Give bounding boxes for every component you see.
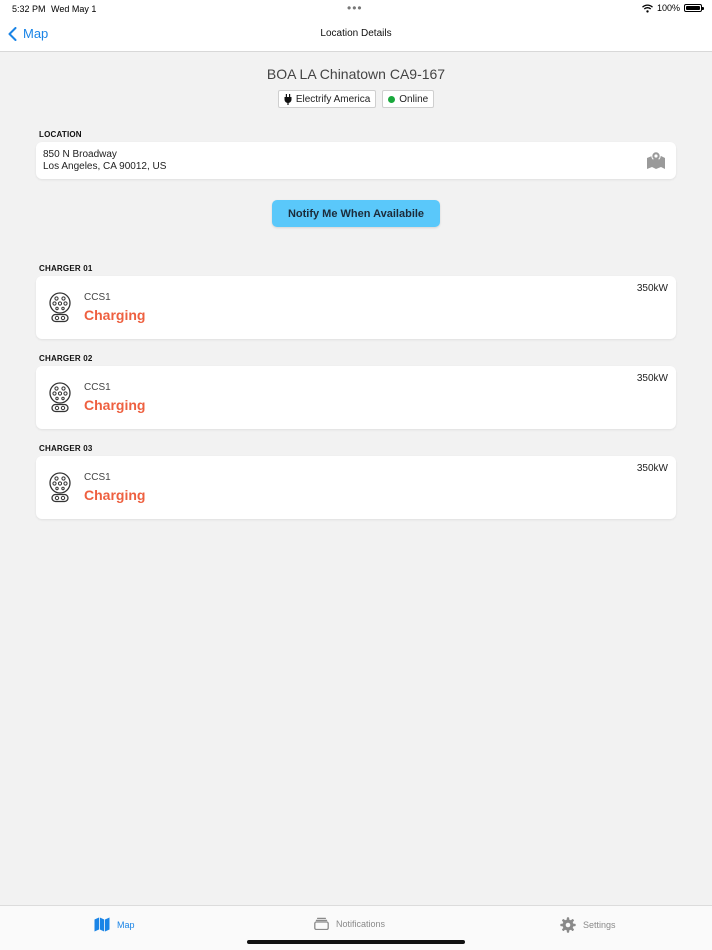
ccs1-connector-icon <box>49 382 71 413</box>
wifi-icon <box>642 3 653 13</box>
charger-card[interactable]: CCS1 Charging 350kW <box>36 276 676 339</box>
tab-map[interactable]: Map <box>94 917 135 932</box>
tab-notifications-label: Notifications <box>336 918 386 929</box>
address-line-1: 850 N Broadway <box>43 149 117 160</box>
battery-icon <box>684 4 704 12</box>
station-chips: Electrify America Online <box>0 90 712 108</box>
charger-section-label: CHARGER 03 <box>39 444 93 453</box>
address-line-2: Los Angeles, CA 90012, US <box>43 161 167 172</box>
network-badge: Electrify America <box>277 90 377 108</box>
ccs1-connector-icon <box>49 292 71 323</box>
status-text: Online <box>399 93 429 105</box>
connector-type: CCS1 <box>84 472 111 483</box>
location-section-label: LOCATION <box>39 130 82 139</box>
plug-icon <box>284 93 292 105</box>
charger-status: Charging <box>84 307 146 323</box>
network-name: Electrify America <box>295 93 371 105</box>
tab-notifications[interactable]: Notifications <box>314 917 385 930</box>
status-right: 100% <box>642 3 704 13</box>
multitasking-dots-icon[interactable]: ••• <box>347 1 363 15</box>
navigation-bar: Map Location Details <box>0 18 712 52</box>
ccs1-connector-icon <box>49 472 71 503</box>
charger-power: 350kW <box>636 283 668 294</box>
tray-icon <box>314 917 329 930</box>
charger-status: Charging <box>84 487 146 503</box>
page-title: Location Details <box>320 28 392 39</box>
connector-type: CCS1 <box>84 292 111 303</box>
location-card[interactable]: 850 N Broadway Los Angeles, CA 90012, US <box>36 142 676 179</box>
charger-power: 350kW <box>636 463 668 474</box>
status-badge: Online <box>382 90 435 108</box>
map-icon <box>94 917 110 932</box>
connector-type: CCS1 <box>84 382 111 393</box>
gear-icon <box>560 917 576 933</box>
charger-section-label: CHARGER 02 <box>39 354 93 363</box>
charger-section-label: CHARGER 01 <box>39 264 93 273</box>
station-name: BOA LA Chinatown CA9-167 <box>266 66 446 82</box>
tab-map-label: Map <box>117 919 135 930</box>
status-bar: 5:32 PM Wed May 1 ••• 100% <box>0 0 712 18</box>
map-location-icon[interactable] <box>646 151 666 170</box>
charger-status: Charging <box>84 397 146 413</box>
charger-card[interactable]: CCS1 Charging 350kW <box>36 366 676 429</box>
status-time: 5:32 PM <box>12 4 46 14</box>
tab-settings-label: Settings <box>583 920 616 930</box>
tab-settings[interactable]: Settings <box>560 917 616 933</box>
status-date: Wed May 1 <box>51 4 97 14</box>
battery-percent: 100% <box>656 3 680 13</box>
charger-power: 350kW <box>636 373 668 384</box>
online-dot-icon <box>388 95 396 103</box>
charger-card[interactable]: CCS1 Charging 350kW <box>36 456 676 519</box>
notify-me-button[interactable]: Notify Me When Availabile <box>272 200 440 227</box>
home-indicator[interactable] <box>247 940 465 944</box>
